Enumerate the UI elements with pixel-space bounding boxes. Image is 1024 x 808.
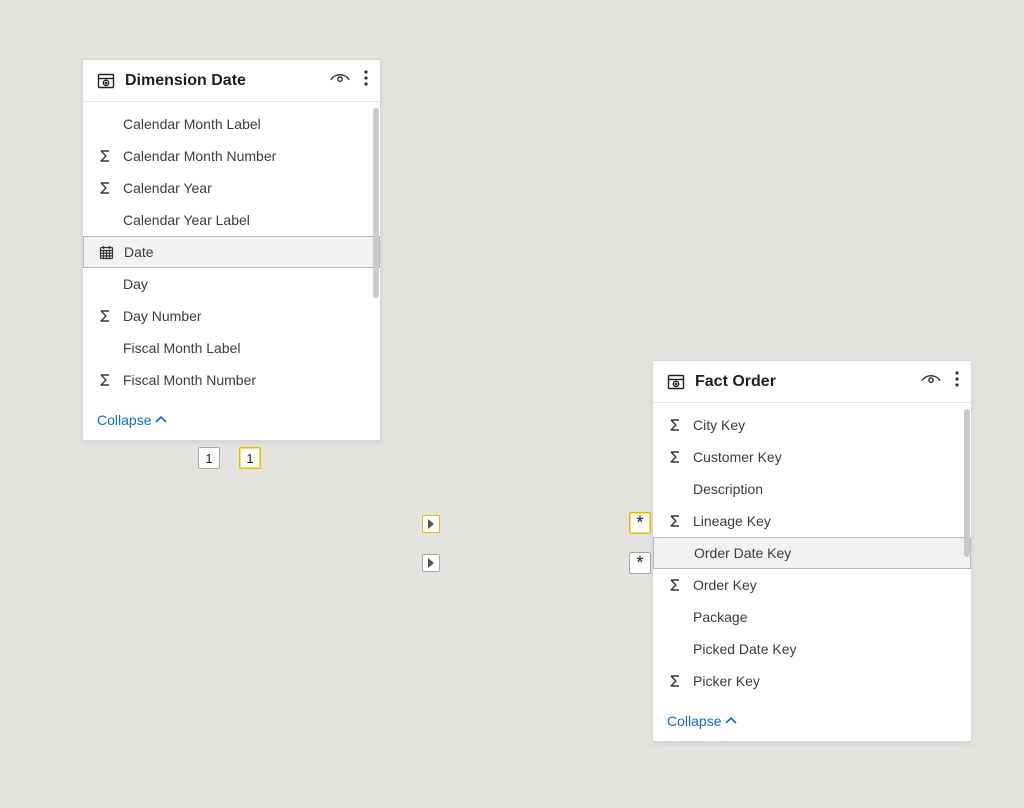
rel-inactive-from-cardinality[interactable]: 1 [198,447,220,469]
field-row[interactable]: Package [653,601,965,633]
visibility-icon[interactable] [921,372,941,391]
rel-active-from-label: 1 [246,451,253,466]
collapse-link[interactable]: Collapse [653,705,971,741]
field-list: City Key Customer Key Description Lineage K… [653,403,971,705]
field-label: Lineage Key [693,513,771,529]
field-label: City Key [693,417,745,433]
field-label: Fiscal Month Number [123,372,256,388]
rel-inactive-direction-arrow[interactable] [422,554,440,572]
collapse-link[interactable]: Collapse [83,404,380,440]
rel-inactive-to-label: * [636,554,643,573]
sigma-icon [97,181,113,195]
field-label: Calendar Month Label [123,116,261,132]
field-label: Customer Key [693,449,782,465]
table-title: Fact Order [695,373,911,391]
table-header[interactable]: Fact Order [653,361,971,403]
table-icon [667,373,685,391]
field-row[interactable]: Customer Key [653,441,965,473]
field-label: Day [123,276,148,292]
rel-active-to-cardinality[interactable]: * [629,512,651,534]
chevron-up-icon [725,717,737,725]
field-row[interactable]: Calendar Year Label [83,204,374,236]
visibility-icon[interactable] [330,71,350,90]
field-label: Description [693,481,763,497]
field-row[interactable]: Picked Date Key [653,633,965,665]
table-card-fact-order[interactable]: Fact Order City Key Customer Key Descripti… [652,360,972,742]
field-label: Fiscal Month Label [123,340,241,356]
sigma-icon [667,514,683,528]
collapse-label: Collapse [97,412,151,428]
field-row[interactable]: Fiscal Month Number [83,364,374,396]
table-header[interactable]: Dimension Date [83,60,380,102]
rel-active-from-cardinality[interactable]: 1 [239,447,261,469]
field-row[interactable]: Order Key [653,569,965,601]
field-row[interactable]: Calendar Year [83,172,374,204]
field-label: Calendar Month Number [123,148,276,164]
field-row[interactable]: Day Number [83,300,374,332]
field-row[interactable]: Date [83,236,380,268]
sigma-icon [667,578,683,592]
field-row[interactable]: Day [83,268,374,300]
sigma-icon [667,450,683,464]
sigma-icon [97,149,113,163]
field-label: Calendar Year [123,180,212,196]
field-row[interactable]: Order Date Key [653,537,971,569]
field-scrollbar[interactable] [373,108,379,298]
field-label: Calendar Year Label [123,212,250,228]
field-label: Picked Date Key [693,641,797,657]
field-row[interactable]: Lineage Key [653,505,965,537]
rel-active-to-label: * [636,514,643,533]
field-label: Package [693,609,747,625]
field-label: Picker Key [693,673,760,689]
field-row[interactable]: Description [653,473,965,505]
rel-inactive-to-cardinality[interactable]: * [629,552,651,574]
sigma-icon [667,418,683,432]
collapse-label: Collapse [667,713,721,729]
chevron-up-icon [155,416,167,424]
more-options-icon[interactable] [955,371,959,392]
field-row[interactable]: Fiscal Month Label [83,332,374,364]
date-icon [98,245,114,260]
field-row[interactable]: Picker Key [653,665,965,697]
field-row[interactable]: Calendar Month Number [83,140,374,172]
more-options-icon[interactable] [364,70,368,91]
sigma-icon [97,373,113,387]
rel-inactive-from-label: 1 [205,451,212,466]
table-card-dimension-date[interactable]: Dimension Date Calendar Month LabelCalen… [82,59,381,441]
field-label: Date [124,244,154,260]
field-row[interactable]: City Key [653,409,965,441]
field-scrollbar[interactable] [964,409,970,557]
field-list: Calendar Month Label Calendar Month Numbe… [83,102,380,404]
table-icon [97,72,115,90]
sigma-icon [667,674,683,688]
field-label: Order Key [693,577,757,593]
field-row[interactable]: Calendar Month Label [83,108,374,140]
sigma-icon [97,309,113,323]
table-title: Dimension Date [125,72,320,90]
model-canvas[interactable]: 1 * 1 * Dimensi [0,0,1024,808]
field-label: Day Number [123,308,202,324]
rel-active-direction-arrow[interactable] [422,515,440,533]
field-label: Order Date Key [694,545,791,561]
